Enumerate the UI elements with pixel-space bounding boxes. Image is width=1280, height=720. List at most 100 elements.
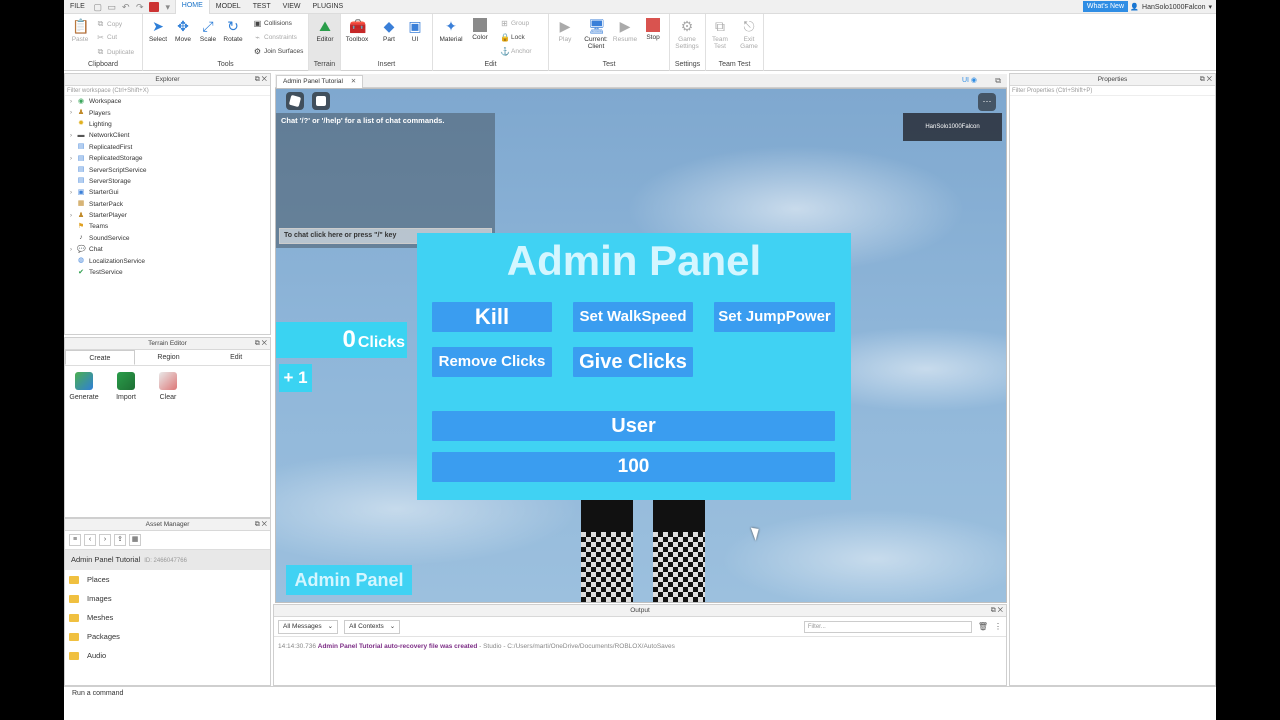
- user-input[interactable]: User: [432, 411, 835, 441]
- command-bar-input[interactable]: Run a command: [64, 686, 1216, 700]
- redo-icon[interactable]: ↷: [135, 2, 145, 12]
- generate-button[interactable]: Generate: [67, 372, 101, 401]
- stop-record-icon[interactable]: [148, 1, 159, 12]
- more-options-button[interactable]: ⋯: [978, 93, 996, 111]
- ui-visibility-toggle[interactable]: UI ◉: [962, 76, 977, 84]
- tree-item-players[interactable]: › ♟ Players: [65, 107, 270, 118]
- color-button[interactable]: Color: [466, 18, 494, 41]
- panel-controls[interactable]: ⧉ ✕: [1200, 74, 1212, 86]
- toolbox-button[interactable]: 🧰 Toolbox: [343, 18, 371, 43]
- tree-item-workspace[interactable]: › ◉ Workspace: [65, 96, 270, 107]
- dropdown-icon[interactable]: ▾: [163, 2, 173, 12]
- folder-packages[interactable]: Packages: [65, 627, 270, 646]
- kill-button[interactable]: Kill: [432, 302, 552, 332]
- undo-icon[interactable]: ↶: [121, 2, 131, 12]
- clear-button[interactable]: Clear: [151, 372, 185, 401]
- duplicate-button[interactable]: ⧉ Duplicate: [96, 47, 134, 57]
- file-menu[interactable]: FILE: [64, 0, 91, 14]
- expand-arrow-icon[interactable]: ›: [65, 133, 77, 139]
- join-surfaces-toggle[interactable]: ⚙ Join Surfaces: [253, 47, 303, 56]
- amount-input[interactable]: 100: [432, 452, 835, 482]
- menu-icon[interactable]: ≡: [69, 534, 81, 546]
- output-filter-input[interactable]: Filter...: [803, 620, 972, 633]
- constraints-toggle[interactable]: ⌁ Constraints: [253, 33, 297, 42]
- give-clicks-button[interactable]: Give Clicks: [573, 347, 693, 377]
- expand-arrow-icon[interactable]: ›: [65, 247, 77, 253]
- more-vertical-icon[interactable]: ⋮: [994, 622, 1002, 631]
- tree-item-startergui[interactable]: › ▣ StarterGui: [65, 187, 270, 198]
- forward-icon[interactable]: ›: [99, 534, 111, 546]
- resume-button[interactable]: ▶ Resume: [611, 18, 639, 43]
- copy-button[interactable]: ⧉ Copy: [96, 19, 123, 29]
- exit-game-button[interactable]: ⎋ Exit Game: [735, 18, 763, 50]
- close-icon[interactable]: ✕: [351, 78, 356, 85]
- tab-view[interactable]: VIEW: [277, 0, 307, 14]
- team-test-button[interactable]: ⧉ Team Test: [706, 18, 734, 50]
- chat-toggle-button[interactable]: [312, 92, 330, 110]
- tree-item-serverstorage[interactable]: ▤ ServerStorage: [65, 176, 270, 187]
- tab-edit[interactable]: Edit: [202, 350, 270, 365]
- panel-controls[interactable]: ⧉ ✕: [255, 519, 267, 531]
- tab-plugins[interactable]: PLUGINS: [306, 0, 349, 14]
- tree-item-lighting[interactable]: ✹ Lighting: [65, 119, 270, 130]
- plus-one-button[interactable]: + 1: [279, 364, 312, 392]
- trash-icon[interactable]: 🗑: [978, 622, 988, 631]
- tree-item-networkclient[interactable]: › ▬ NetworkClient: [65, 130, 270, 141]
- expand-arrow-icon[interactable]: ›: [65, 190, 77, 196]
- tab-create[interactable]: Create: [65, 350, 135, 365]
- terrain-editor-button[interactable]: ⛰ Editor: [311, 18, 339, 43]
- tree-item-teams[interactable]: ⚑ Teams: [65, 221, 270, 232]
- game-settings-button[interactable]: ⚙ Game Settings: [673, 18, 701, 50]
- tree-item-starterpack[interactable]: ▦ StarterPack: [65, 199, 270, 210]
- admin-panel-toggle-button[interactable]: Admin Panel: [286, 565, 412, 595]
- expand-arrow-icon[interactable]: ›: [65, 213, 77, 219]
- expand-arrow-icon[interactable]: ›: [65, 110, 77, 116]
- tree-item-replicatedstorage[interactable]: › ▤ ReplicatedStorage: [65, 153, 270, 164]
- group-button[interactable]: ⊞ Group: [500, 19, 529, 28]
- move-button[interactable]: ✥ Move: [169, 18, 197, 43]
- collisions-toggle[interactable]: ▣ Collisions: [253, 19, 292, 28]
- cut-button[interactable]: ✂ Cut: [96, 33, 117, 42]
- import-button[interactable]: Import: [109, 372, 143, 401]
- fullscreen-icon[interactable]: ⧉: [995, 76, 1001, 86]
- panel-controls[interactable]: ⧉ ✕: [991, 605, 1003, 617]
- upload-icon[interactable]: ⇪: [114, 534, 126, 546]
- roblox-menu-button[interactable]: [286, 92, 304, 110]
- panel-controls[interactable]: ⧉ ✕: [255, 74, 267, 86]
- tab-model[interactable]: MODEL: [210, 0, 247, 14]
- grid-view-icon[interactable]: ▦: [129, 534, 141, 546]
- folder-images[interactable]: Images: [65, 589, 270, 608]
- folder-meshes[interactable]: Meshes: [65, 608, 270, 627]
- anchor-button[interactable]: ⚓ Anchor: [500, 47, 532, 56]
- lock-button[interactable]: 🔒 Lock: [500, 33, 525, 42]
- tab-admin-panel-tutorial[interactable]: Admin Panel Tutorial ✕: [276, 75, 364, 88]
- tree-item-testservice[interactable]: ✔ TestService: [65, 267, 270, 278]
- properties-filter-input[interactable]: Filter Properties (Ctrl+Shift+P): [1010, 86, 1215, 96]
- paste-button[interactable]: 📋 Paste: [66, 18, 94, 43]
- scale-button[interactable]: ⤢ Scale: [194, 18, 222, 43]
- whats-new-button[interactable]: What's New: [1082, 1, 1128, 12]
- set-jumppower-button[interactable]: Set JumpPower: [714, 302, 835, 332]
- rotate-button[interactable]: ↻ Rotate: [219, 18, 247, 43]
- asset-place-header[interactable]: Admin Panel Tutorial ID: 2466047766: [65, 550, 270, 570]
- new-file-icon[interactable]: ▢: [93, 2, 103, 12]
- expand-arrow-icon[interactable]: ›: [65, 156, 77, 162]
- tree-item-starterplayer[interactable]: › ♟ StarterPlayer: [65, 210, 270, 221]
- folder-places[interactable]: Places: [65, 570, 270, 589]
- stop-button[interactable]: Stop: [639, 18, 667, 41]
- remove-clicks-button[interactable]: Remove Clicks: [432, 347, 552, 377]
- tab-test[interactable]: TEST: [247, 0, 277, 14]
- folder-audio[interactable]: Audio: [65, 646, 270, 665]
- game-viewport[interactable]: ⋯ HanSolo1000Falcon Chat '/?' or '/help'…: [275, 88, 1007, 603]
- tree-item-soundservice[interactable]: ♪ SoundService: [65, 233, 270, 244]
- messages-filter-dropdown[interactable]: All Messages ⌄: [278, 619, 339, 634]
- current-client-button[interactable]: 🖥 Current: Client: [581, 18, 611, 50]
- tree-item-replicatedfirst[interactable]: ▤ ReplicatedFirst: [65, 142, 270, 153]
- tree-item-chat[interactable]: › 💬 Chat: [65, 244, 270, 255]
- select-button[interactable]: ➤ Select: [144, 18, 172, 43]
- play-button[interactable]: ▶ Play: [551, 18, 579, 43]
- back-icon[interactable]: ‹: [84, 534, 96, 546]
- tree-item-serverscriptservice[interactable]: ▤ ServerScriptService: [65, 164, 270, 175]
- tree-item-localizationservice[interactable]: ◍ LocalizationService: [65, 255, 270, 266]
- contexts-filter-dropdown[interactable]: All Contexts ⌄: [344, 619, 401, 634]
